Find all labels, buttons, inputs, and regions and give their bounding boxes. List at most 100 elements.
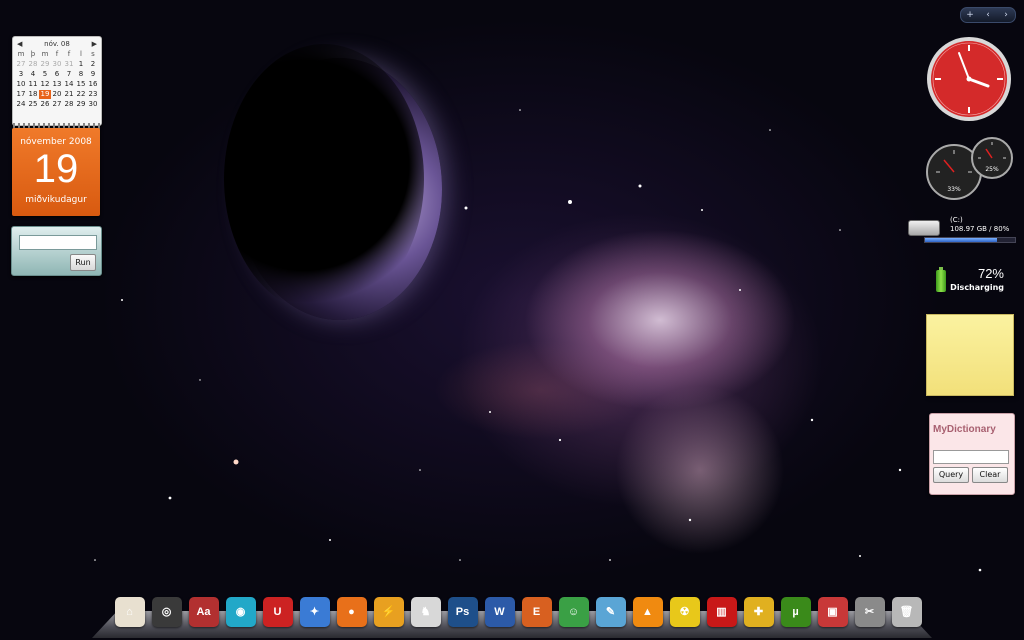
- swirl-app-icon: ◉: [225, 596, 256, 627]
- calendar-day[interactable]: 17: [15, 90, 27, 99]
- dock-item[interactable]: µ: [778, 594, 813, 629]
- dock-item[interactable]: Aa: [186, 594, 221, 629]
- calendar-day[interactable]: 15: [75, 80, 87, 89]
- sidebar-controls: + ‹ ›: [960, 7, 1016, 23]
- calendar-day[interactable]: 10: [15, 80, 27, 89]
- calendar-day-view[interactable]: nóvember 2008 19 miðvikudagur: [12, 128, 100, 216]
- calendar-weekday-header: m: [17, 50, 25, 58]
- calendar-day[interactable]: 5: [39, 70, 51, 79]
- calendar-day[interactable]: 9: [87, 70, 99, 79]
- red-curtain-icon: ▥: [706, 596, 737, 627]
- dock-item[interactable]: W: [482, 594, 517, 629]
- calendar-day[interactable]: 27: [15, 60, 27, 69]
- dictionary-gadget: MyDictionary Query Clear: [929, 413, 1015, 495]
- dock-item[interactable]: ✂: [852, 594, 887, 629]
- drive-usage: 108.97 GB / 80%: [950, 225, 1010, 233]
- calendar-day[interactable]: 8: [75, 70, 87, 79]
- calendar-day[interactable]: 6: [51, 70, 63, 79]
- calendar-day[interactable]: 29: [39, 60, 51, 69]
- trash-icon: 🗑: [891, 596, 922, 627]
- drive-meter-gadget[interactable]: (C:) 108.97 GB / 80%: [906, 214, 1016, 244]
- calendar-day[interactable]: 22: [75, 90, 87, 99]
- photoshop-icon: Ps: [447, 596, 478, 627]
- calendar-today[interactable]: 19: [39, 90, 51, 99]
- calendar-big-month: nóvember 2008: [20, 137, 92, 147]
- calendar-day[interactable]: 25: [27, 100, 39, 109]
- dock-item[interactable]: ▣: [815, 594, 850, 629]
- calendar-day[interactable]: 24: [15, 100, 27, 109]
- safari-compass-icon: ✦: [299, 596, 330, 627]
- hard-drive-icon: [908, 220, 940, 236]
- cpu-meter-gadget[interactable]: 33% 25%: [926, 136, 1014, 200]
- dock-item[interactable]: ◉: [223, 594, 258, 629]
- calendar-day[interactable]: 11: [27, 80, 39, 89]
- calendar-day[interactable]: 31: [63, 60, 75, 69]
- firefox-icon: ●: [336, 596, 367, 627]
- calendar-gadget[interactable]: ◀ nóv. 08 ▶ m þ m f f l s 27 28 29 30 31 1 2 3 4 5 6 7 8 9 10…: [12, 36, 102, 129]
- dock-item[interactable]: ✎: [593, 594, 628, 629]
- dock-item[interactable]: ▲: [630, 594, 665, 629]
- battery-gadget[interactable]: 72% Discharging: [930, 264, 1016, 296]
- calendar-day[interactable]: 23: [87, 90, 99, 99]
- calendar-day[interactable]: 30: [87, 100, 99, 109]
- dock-item[interactable]: U: [260, 594, 295, 629]
- calendar-day[interactable]: 14: [63, 80, 75, 89]
- calendar-day[interactable]: 30: [51, 60, 63, 69]
- dock-item[interactable]: ✦: [297, 594, 332, 629]
- calendar-day[interactable]: 28: [63, 100, 75, 109]
- sticky-note-gadget[interactable]: [926, 314, 1014, 396]
- calendar-day[interactable]: 2: [87, 60, 99, 69]
- calendar-day[interactable]: 20: [51, 90, 63, 99]
- dock-item[interactable]: E: [519, 594, 554, 629]
- calendar-day[interactable]: 13: [51, 80, 63, 89]
- prev-page-button[interactable]: ‹: [979, 10, 997, 20]
- calendar-prev-button[interactable]: ◀: [17, 40, 22, 48]
- calendar-day[interactable]: 21: [63, 90, 75, 99]
- calendar-day[interactable]: 27: [51, 100, 63, 109]
- calendar-day[interactable]: 26: [39, 100, 51, 109]
- dock-item[interactable]: ●: [334, 594, 369, 629]
- dock-item[interactable]: ☢: [667, 594, 702, 629]
- run-button[interactable]: Run: [70, 254, 96, 271]
- dictionary-clear-button[interactable]: Clear: [972, 467, 1008, 483]
- dock-item[interactable]: 🗑: [889, 594, 924, 629]
- next-page-button[interactable]: ›: [997, 10, 1015, 20]
- dock-item[interactable]: ◎: [149, 594, 184, 629]
- calendar-weekday-header: f: [67, 50, 71, 58]
- clock-gadget[interactable]: [926, 36, 1012, 122]
- run-command-input[interactable]: [19, 235, 97, 250]
- calendar-day[interactable]: 3: [15, 70, 27, 79]
- calendar-day[interactable]: 28: [27, 60, 39, 69]
- dock-item[interactable]: ♞: [408, 594, 443, 629]
- vlc-cone-icon: ▲: [632, 596, 663, 627]
- calendar-weekday-header: l: [80, 50, 82, 58]
- calendar-day[interactable]: 29: [75, 100, 87, 109]
- archive-icon: ▣: [817, 596, 848, 627]
- dock-item[interactable]: ▥: [704, 594, 739, 629]
- dock-item[interactable]: ✚: [741, 594, 776, 629]
- calendar-day[interactable]: 12: [39, 80, 51, 89]
- calendar-day[interactable]: 1: [75, 60, 87, 69]
- battery-status: Discharging: [950, 283, 1004, 292]
- add-gadget-button[interactable]: +: [961, 10, 979, 20]
- calendar-day[interactable]: 7: [63, 70, 75, 79]
- dashboard-gauge-icon: ◎: [151, 596, 182, 627]
- dictionary-query-button[interactable]: Query: [933, 467, 969, 483]
- memory-usage-label: 25%: [985, 166, 999, 173]
- dictionary-search-input[interactable]: [933, 450, 1009, 464]
- calendar-day[interactable]: 16: [87, 80, 99, 89]
- calendar-big-weekday: miðvikudagur: [25, 195, 87, 205]
- drive-usage-bar: [924, 237, 1016, 243]
- dock-item[interactable]: ⌂: [112, 594, 147, 629]
- calendar-day[interactable]: 4: [27, 70, 39, 79]
- calendar-day[interactable]: 18: [27, 90, 39, 99]
- settings-tools-icon: ✂: [854, 596, 885, 627]
- dock-item[interactable]: Ps: [445, 594, 480, 629]
- dock-item[interactable]: ☺: [556, 594, 591, 629]
- calendar-next-button[interactable]: ▶: [92, 40, 97, 48]
- calendar-big-day: 19: [33, 147, 79, 191]
- magnet-icon: U: [262, 596, 293, 627]
- office-icon: E: [521, 596, 552, 627]
- dock-item[interactable]: ⚡: [371, 594, 406, 629]
- run-gadget: Run: [11, 226, 102, 276]
